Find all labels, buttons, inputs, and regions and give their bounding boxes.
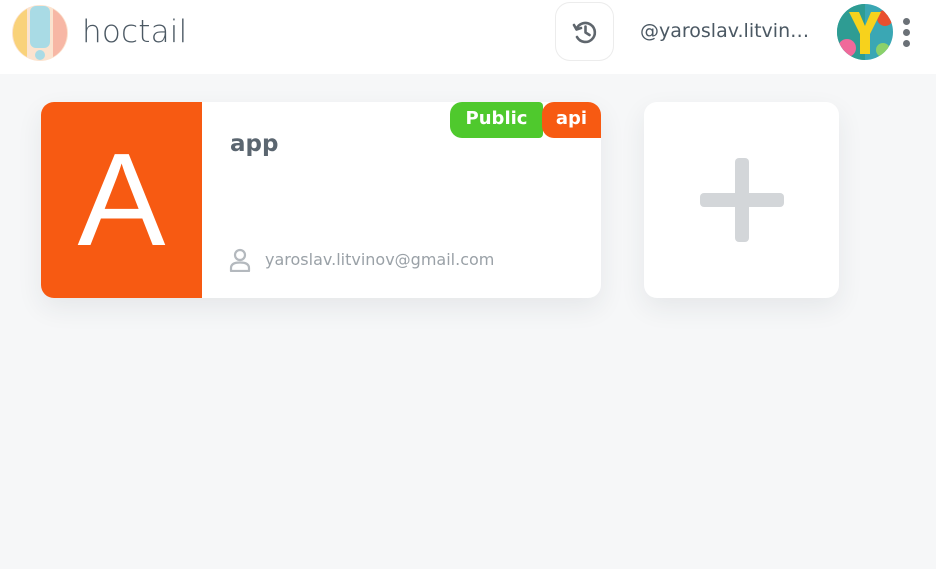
plus-icon (699, 158, 784, 242)
history-icon (572, 21, 596, 43)
public-badge: Public (450, 102, 543, 138)
more-vertical-icon (902, 17, 910, 25)
hoctail-logo[interactable] (10, 4, 70, 62)
logo-text: hoctail (82, 14, 188, 50)
avatar-y-icon (837, 4, 893, 60)
add-app-card[interactable] (644, 102, 839, 298)
user-icon (229, 248, 251, 272)
history-button[interactable] (556, 3, 613, 60)
owner-email: yaroslav.litvinov@gmail.com (265, 250, 495, 269)
top-bar: hoctail @yaroslav.litvinov (0, 0, 936, 74)
api-badge: api (542, 102, 601, 138)
app-name: app (230, 131, 279, 157)
app-tile: A (41, 102, 202, 298)
app-card[interactable]: A Public api app yaroslav.litvinov@gmail… (41, 102, 601, 298)
more-options-button[interactable] (896, 14, 916, 50)
username-label[interactable]: @yaroslav.litvinov (640, 20, 810, 42)
user-avatar[interactable] (837, 4, 893, 60)
